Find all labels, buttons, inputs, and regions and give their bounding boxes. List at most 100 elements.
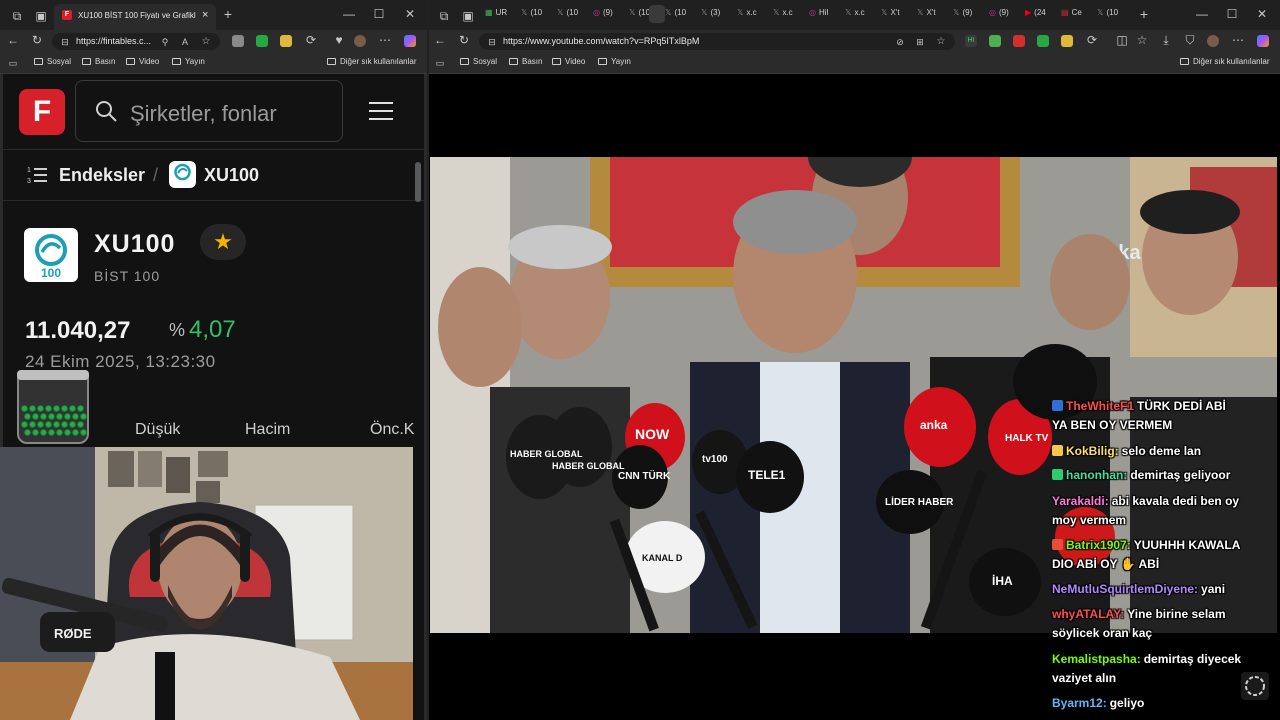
bookmark-yayin[interactable]: Yayın	[598, 57, 631, 66]
browser-tab[interactable]: 𝕏x.c	[737, 8, 757, 17]
browser-tab[interactable]: 𝕏 (10	[665, 8, 686, 17]
address-bar[interactable]: ⊟ https://fintables.c... ⚲ A ☆	[52, 33, 220, 50]
browser-tab[interactable]: 𝕏 (10	[629, 8, 650, 17]
copilot-icon[interactable]	[1257, 35, 1269, 47]
tab-title: (3)	[710, 8, 721, 17]
youtube-player-area[interactable]: anka	[429, 74, 1280, 720]
url-text: https://fintables.c...	[76, 36, 152, 46]
browser-tab[interactable]: 𝕏 X't	[881, 8, 900, 17]
star-icon: ★	[213, 229, 233, 254]
app-available-icon[interactable]: ⊞	[913, 36, 927, 48]
browser-tab[interactable]: ◎ (9)	[989, 8, 1009, 17]
tab-favicon-icon: 𝕏	[557, 8, 564, 17]
extension-icon[interactable]	[1013, 35, 1025, 47]
browser-tab[interactable]: ▶ (24	[1025, 8, 1046, 17]
active-tab-indicator[interactable]	[649, 5, 665, 23]
site-info-icon[interactable]: ⊟	[58, 36, 72, 48]
bookmark-basin[interactable]: Basın	[509, 57, 542, 66]
favorites-icon[interactable]: ▭	[6, 57, 20, 69]
close-window-button[interactable]: ✕	[403, 8, 417, 20]
bookmark-other-favorites[interactable]: Diğer sık kullanılanlar	[1180, 57, 1269, 66]
reload-icon[interactable]: ↻	[30, 34, 44, 46]
search-input[interactable]: Şirketler, fonlar	[75, 80, 343, 142]
extension-icon[interactable]	[256, 35, 268, 47]
minimize-button[interactable]: —	[342, 8, 356, 20]
menu-icon[interactable]	[369, 102, 393, 120]
extensions-icon[interactable]: ⟳	[304, 34, 318, 46]
extensions-icon[interactable]: ⟳	[1085, 34, 1099, 46]
bookmark-video[interactable]: Video	[552, 57, 585, 66]
extension-icon[interactable]: HI	[965, 35, 977, 47]
workspaces-icon[interactable]: ⧉	[437, 10, 451, 22]
browser-tab[interactable]: 𝕏x.c	[845, 8, 865, 17]
folder-icon	[126, 58, 135, 65]
folder-icon	[82, 58, 91, 65]
browser-tab[interactable]: ▤ Ce	[1061, 8, 1082, 17]
extension-icon[interactable]	[1061, 35, 1073, 47]
address-bar[interactable]: ⊟ https://www.youtube.com/watch?v=RPq5IT…	[479, 33, 955, 50]
new-tab-button[interactable]: +	[1137, 7, 1151, 21]
fintables-logo[interactable]: F	[19, 89, 65, 135]
bookmark-sosyal[interactable]: Sosyal	[34, 57, 71, 66]
tab-actions-icon[interactable]: ▣	[34, 10, 48, 22]
site-info-icon[interactable]: ⊟	[485, 36, 499, 48]
tab-actions-icon[interactable]: ▣	[461, 10, 475, 22]
browser-tab[interactable]: ◎ (9)	[593, 8, 613, 17]
close-tab-icon[interactable]: ×	[202, 9, 208, 21]
browser-tab[interactable]: ▦ UR	[485, 8, 507, 17]
workspaces-icon[interactable]: ⧉	[10, 10, 24, 22]
bookmark-other-favorites[interactable]: Diğer sık kullanılanlar	[327, 57, 416, 66]
bookmark-yayin[interactable]: Yayın	[172, 57, 205, 66]
browser-tab[interactable]: 𝕏 (10	[1097, 8, 1118, 17]
profile-avatar[interactable]	[354, 35, 366, 47]
read-aloud-icon[interactable]: A	[178, 36, 192, 48]
maximize-button[interactable]: ☐	[372, 8, 386, 20]
reload-icon[interactable]: ↻	[457, 34, 471, 46]
bookmark-video[interactable]: Video	[126, 57, 159, 66]
bookmark-sosyal[interactable]: Sosyal	[460, 57, 497, 66]
minimize-button[interactable]: —	[1195, 8, 1209, 20]
extension-icon[interactable]	[232, 35, 244, 47]
favorite-star-icon[interactable]: ☆	[934, 36, 948, 48]
favorite-star-button[interactable]: ★	[200, 224, 246, 260]
maximize-button[interactable]: ☐	[1225, 8, 1239, 20]
browser-essentials-icon[interactable]: ♥	[332, 34, 346, 46]
tab-title: X't	[926, 8, 936, 17]
tracking-icon[interactable]: ⊘	[893, 36, 907, 48]
split-screen-icon[interactable]: ◫	[1115, 34, 1129, 46]
zoom-icon[interactable]: ⚲	[158, 36, 172, 48]
chat-text: geliyo	[1109, 696, 1145, 710]
browser-tab[interactable]: ◎ Hil	[809, 8, 828, 17]
extension-icon[interactable]	[1037, 35, 1049, 47]
favorites-icon[interactable]: ☆	[1135, 34, 1149, 46]
more-menu-icon[interactable]: ⋯	[378, 34, 392, 46]
new-tab-button[interactable]: +	[221, 7, 235, 21]
browser-essentials-icon[interactable]: ⛉	[1183, 34, 1197, 46]
more-menu-icon[interactable]: ⋯	[1231, 34, 1245, 46]
tab-title: x.c	[854, 8, 865, 17]
extension-icon[interactable]	[989, 35, 1001, 47]
bookmark-basin[interactable]: Basın	[82, 57, 115, 66]
browser-tab[interactable]: 𝕏 (9)	[953, 8, 972, 17]
back-icon[interactable]: ←	[6, 34, 20, 46]
browser-tab[interactable]: 𝕏 (10	[557, 8, 578, 17]
favorites-icon[interactable]: ▭	[433, 57, 447, 69]
copilot-icon[interactable]	[404, 35, 416, 47]
profile-avatar[interactable]	[1207, 35, 1219, 47]
extension-icon[interactable]	[280, 35, 292, 47]
close-window-button[interactable]: ✕	[1255, 8, 1269, 20]
favorite-star-icon[interactable]: ☆	[199, 36, 213, 48]
back-icon[interactable]: ←	[433, 34, 447, 46]
browser-tab[interactable]: 𝕏 (3)	[701, 8, 720, 17]
browser-tab[interactable]: 𝕏x.c	[773, 8, 793, 17]
tab-fintables[interactable]: F XU100 BİST 100 Fiyatı ve Grafikleri ×	[54, 4, 216, 30]
tab-favicon-icon: 𝕏	[521, 8, 528, 17]
downloads-icon[interactable]: ⤓	[1159, 34, 1173, 46]
scrollbar-thumb[interactable]	[415, 162, 421, 202]
browser-tab[interactable]: 𝕏 (10	[521, 8, 542, 17]
chat-username: NeMutluSquirtlemDiyene:	[1052, 582, 1199, 596]
browser-tab[interactable]: 𝕏 X't	[917, 8, 936, 17]
tab-title: XU100 BİST 100 Fiyatı ve Grafikleri	[78, 11, 196, 20]
jar-bead	[77, 405, 84, 412]
breadcrumb-endeksler[interactable]: Endeksler	[59, 165, 145, 186]
